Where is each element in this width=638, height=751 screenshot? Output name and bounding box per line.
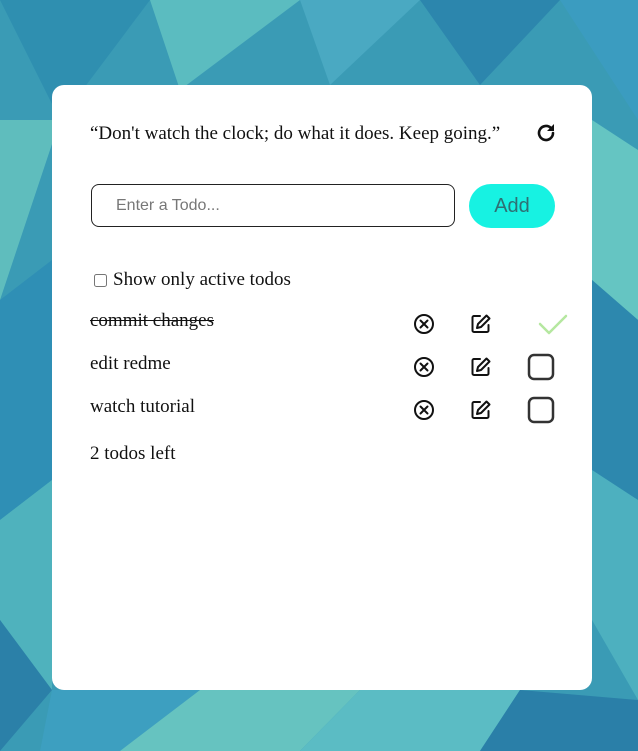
todo-input[interactable] — [91, 184, 455, 227]
checkmark-icon[interactable] — [537, 308, 569, 340]
checkbox-icon[interactable] — [527, 353, 555, 381]
todo-list: commit changes edit redme watch tutorial — [90, 310, 568, 439]
delete-icon[interactable] — [412, 355, 436, 379]
edit-icon[interactable] — [469, 398, 493, 422]
todo-item: commit changes — [90, 310, 568, 353]
quote-row: “Don't watch the clock; do what it does.… — [90, 123, 560, 147]
todo-item: watch tutorial — [90, 396, 560, 439]
active-filter[interactable]: Show only active todos — [94, 269, 291, 291]
todo-card: “Don't watch the clock; do what it does.… — [52, 85, 592, 690]
active-filter-label: Show only active todos — [113, 269, 291, 290]
delete-icon[interactable] — [412, 312, 436, 336]
todo-item: edit redme — [90, 353, 560, 396]
edit-icon[interactable] — [469, 312, 493, 336]
add-button[interactable]: Add — [469, 184, 555, 228]
todos-remaining: 2 todos left — [90, 443, 176, 464]
todo-text: commit changes — [90, 310, 214, 331]
delete-icon[interactable] — [412, 398, 436, 422]
edit-icon[interactable] — [469, 355, 493, 379]
active-filter-checkbox[interactable] — [94, 273, 107, 287]
checkbox-icon[interactable] — [527, 396, 555, 424]
quote-text: “Don't watch the clock; do what it does.… — [90, 123, 501, 144]
refresh-icon[interactable] — [534, 121, 558, 145]
todo-text: watch tutorial — [90, 396, 195, 417]
todo-text: edit redme — [90, 353, 171, 374]
